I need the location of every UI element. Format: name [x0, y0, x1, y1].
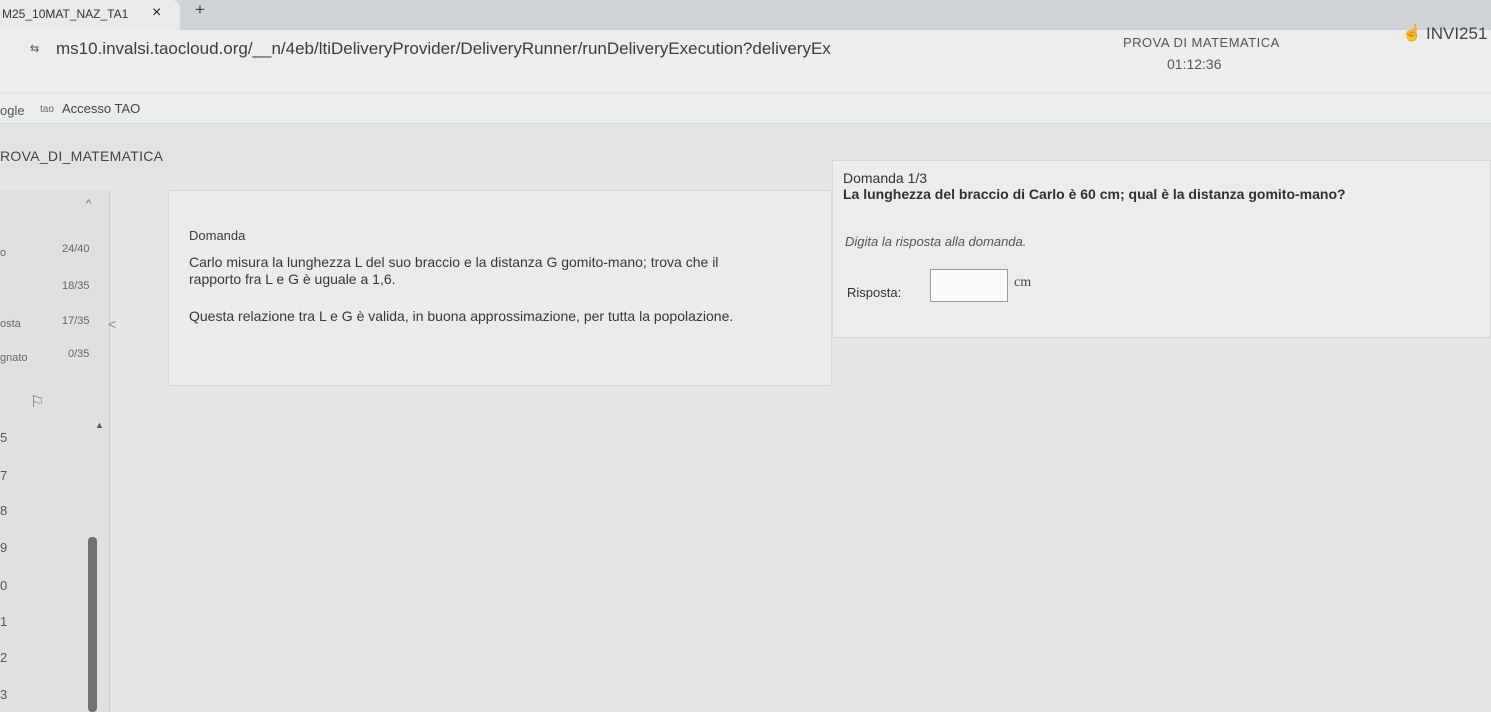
sidebar-label-viewed: o	[0, 247, 7, 259]
sidebar-count-answered: 18/35	[62, 280, 90, 292]
stimulus-line-1: Carlo misura la lunghezza L del suo brac…	[189, 254, 719, 270]
question-number[interactable]: 8	[0, 503, 7, 518]
flag-icon[interactable]: ⚐	[30, 392, 44, 412]
instruction-text: Digita la risposta alla domanda.	[845, 234, 1027, 249]
test-title: ROVA_DI_MATEMATICA	[0, 148, 164, 164]
tao-icon: tao	[40, 104, 54, 115]
question-number[interactable]: 7	[0, 468, 7, 483]
answer-label: Risposta:	[847, 285, 902, 300]
user-id: INVI251	[1426, 24, 1488, 43]
unit-label: cm	[1014, 275, 1032, 290]
question-number[interactable]: 3	[0, 687, 7, 702]
sidebar-count-segnato: 0/35	[68, 348, 90, 360]
sidebar-count-risposta: 17/35	[62, 315, 90, 327]
site-settings-icon[interactable]: ⇆	[30, 42, 39, 55]
answer-input[interactable]	[930, 269, 1008, 302]
question-number[interactable]: 5	[0, 430, 7, 445]
tab-bar	[0, 0, 1491, 30]
tab-title: M25_10MAT_NAZ_TA1	[2, 7, 129, 21]
scroll-up-icon[interactable]: ▲	[95, 420, 104, 430]
user-icon: ☝	[1402, 25, 1422, 42]
sidebar-label-risposta: osta	[0, 318, 21, 330]
question-counter: Domanda 1/3	[843, 170, 928, 186]
close-tab-icon[interactable]: ×	[152, 4, 161, 22]
browser-tab[interactable]: M25_10MAT_NAZ_TA1 ×	[0, 0, 180, 30]
question-number[interactable]: 2	[0, 650, 7, 665]
collapse-sidebar-button[interactable]: <	[108, 316, 116, 332]
chevron-up-icon[interactable]: ^	[86, 198, 91, 210]
sidebar-count-viewed: 24/40	[62, 243, 90, 255]
bookmark-accesso-tao[interactable]: Accesso TAO	[62, 101, 140, 116]
bookmark-google[interactable]: ogle	[0, 103, 25, 118]
test-label: PROVA DI MATEMATICA	[1123, 35, 1280, 50]
stimulus-line-3: Questa relazione tra L e G è valida, in …	[189, 308, 734, 324]
question-text: La lunghezza del braccio di Carlo è 60 c…	[843, 186, 1346, 202]
question-number[interactable]: 1	[0, 614, 7, 629]
question-number[interactable]: 0	[0, 578, 7, 593]
new-tab-button[interactable]: +	[195, 0, 205, 20]
stimulus-heading: Domanda	[189, 228, 246, 243]
sidebar-scrollbar[interactable]	[88, 537, 97, 712]
question-number[interactable]: 9	[0, 540, 7, 555]
bookmarks-bar	[0, 94, 1491, 124]
stimulus-line-2: rapporto fra L e G è uguale a 1,6.	[189, 271, 396, 287]
timer: 01:12:36	[1167, 56, 1222, 72]
url-field[interactable]: ms10.invalsi.taocloud.org/__n/4eb/ltiDel…	[56, 39, 1096, 59]
stimulus-panel	[168, 190, 832, 386]
sidebar-label-segnato: gnato	[0, 352, 28, 364]
